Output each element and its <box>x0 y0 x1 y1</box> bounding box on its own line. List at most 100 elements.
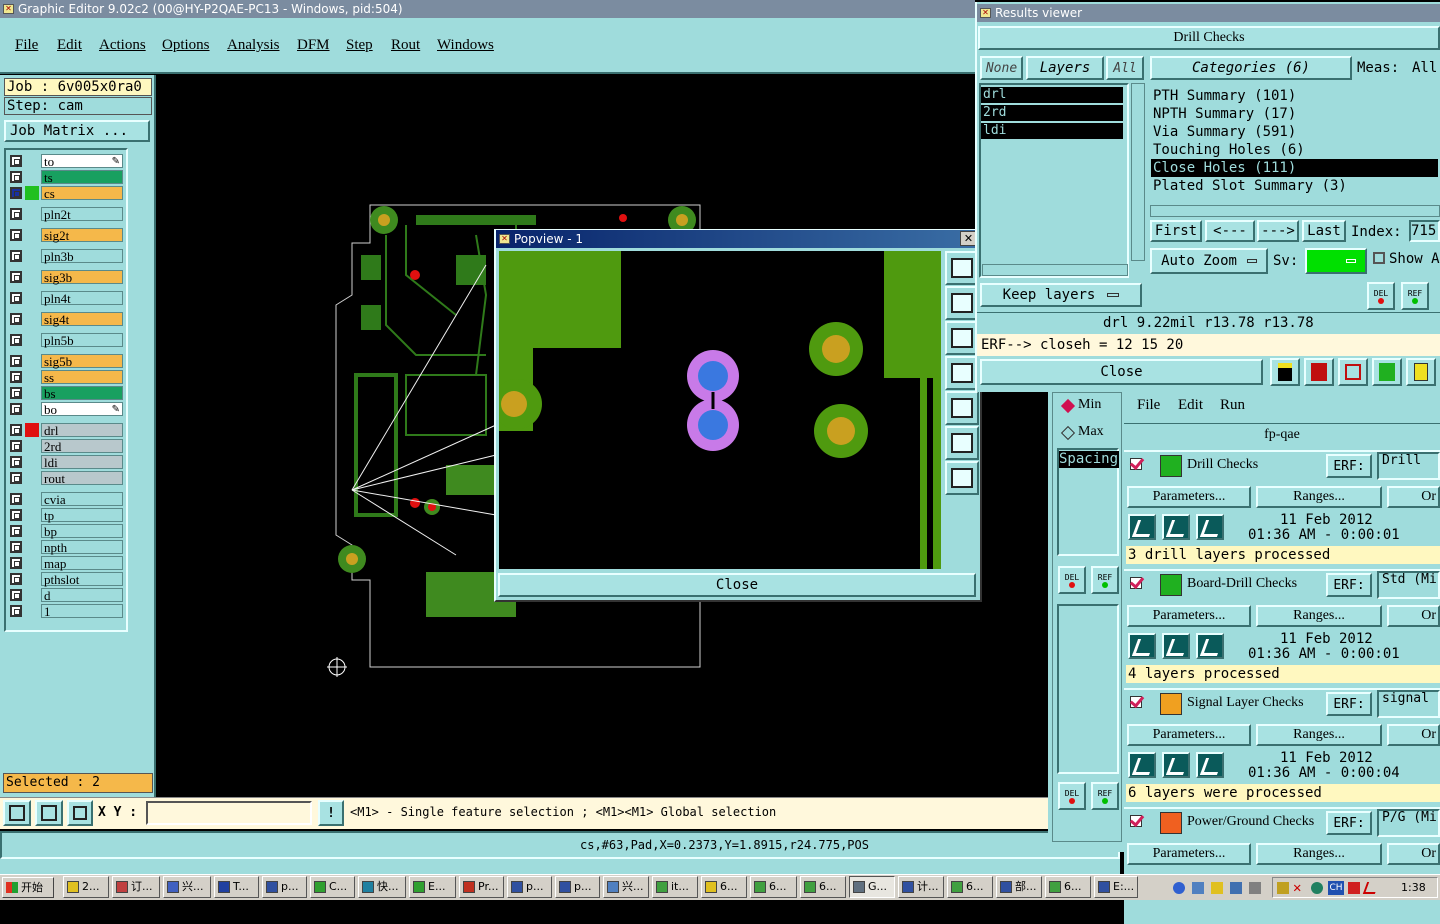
tray-globe-icon[interactable] <box>1311 882 1323 894</box>
spacing-item[interactable]: Spacing <box>1059 451 1119 468</box>
menu-edit[interactable]: Edit <box>57 37 82 54</box>
layer-row-drl[interactable]: drl <box>7 423 125 438</box>
taskbar-item[interactable]: 快... <box>358 876 406 898</box>
erf-button[interactable]: ERF: <box>1326 454 1372 478</box>
tool-icon-1[interactable] <box>1270 358 1300 386</box>
checklist-menu-file[interactable]: File <box>1137 397 1160 414</box>
layer-row-map[interactable]: map <box>7 556 125 571</box>
zoom-out-icon[interactable] <box>945 461 979 495</box>
erf-button[interactable]: ERF: <box>1326 811 1372 835</box>
erf-value[interactable]: signal <box>1377 690 1440 718</box>
grid-tool-icon[interactable] <box>67 800 93 826</box>
pan-left-icon[interactable] <box>945 356 979 390</box>
layer-row-2rd[interactable]: 2rd <box>7 439 125 454</box>
layer-row-1[interactable]: 1 <box>7 604 125 619</box>
start-button[interactable]: 开始 <box>2 877 54 898</box>
layer-row-ss[interactable]: ss <box>7 370 125 385</box>
taskbar-item[interactable]: 兴... <box>163 876 211 898</box>
none-button[interactable]: None <box>980 56 1023 80</box>
taskbar-item[interactable]: E... <box>409 876 456 898</box>
popview-canvas[interactable] <box>499 251 941 569</box>
layer-row-sig5b[interactable]: sig5b <box>7 354 125 369</box>
category-item[interactable]: NPTH Summary (17) <box>1153 105 1296 123</box>
taskbar-item[interactable]: T... <box>214 876 259 898</box>
layer-checkbox[interactable] <box>10 472 22 484</box>
layer-list-hscroll[interactable] <box>982 264 1128 276</box>
layer-row-cvia[interactable]: cvia <box>7 492 125 507</box>
results-close-button[interactable]: Close <box>980 359 1263 385</box>
layer-row-bo[interactable]: bo ✎ <box>7 402 125 417</box>
ie-icon[interactable] <box>1173 882 1185 894</box>
layer-checkbox[interactable] <box>10 271 22 283</box>
layer-row-tp[interactable]: tp <box>7 508 125 523</box>
taskbar-item[interactable]: 6... <box>947 876 993 898</box>
run-icon[interactable] <box>1128 514 1156 540</box>
layer-row-d[interactable]: d <box>7 588 125 603</box>
layer-checkbox[interactable] <box>10 229 22 241</box>
run-selected-icon[interactable] <box>1162 752 1190 778</box>
auto-zoom-button[interactable]: Auto Zoom <box>1150 248 1268 274</box>
taskbar-item[interactable]: 6... <box>701 876 747 898</box>
tool-icon-4[interactable] <box>1372 358 1402 386</box>
meas-all-button[interactable]: All <box>1412 60 1437 76</box>
taskbar-item[interactable]: E:... <box>1094 876 1138 898</box>
last-button[interactable]: Last <box>1302 220 1346 242</box>
layer-checkbox[interactable] <box>10 525 22 537</box>
output-button[interactable]: Or <box>1387 605 1440 627</box>
layer-row-ldi[interactable]: ldi <box>7 455 125 470</box>
layer-checkbox[interactable] <box>10 187 22 199</box>
menu-windows[interactable]: Windows <box>437 37 494 54</box>
parameters-button[interactable]: Parameters... <box>1127 486 1251 508</box>
check-enable-checkbox[interactable] <box>1130 815 1142 827</box>
prev-button[interactable]: <--- <box>1205 220 1255 242</box>
tool-icon-3[interactable] <box>1338 358 1368 386</box>
ranges-button[interactable]: Ranges... <box>1256 486 1382 508</box>
side-ref-button[interactable]: REF <box>1091 566 1119 594</box>
layer-list-scrollbar[interactable] <box>1131 83 1145 261</box>
network-icon[interactable] <box>1192 882 1204 894</box>
device-icon[interactable] <box>1249 882 1261 894</box>
layer-row-bp[interactable]: bp <box>7 524 125 539</box>
taskbar-item[interactable]: 兴... <box>603 876 649 898</box>
menu-actions[interactable]: Actions <box>99 37 146 54</box>
categories-button[interactable]: Categories (6) <box>1150 56 1352 80</box>
layer-checkbox[interactable] <box>10 387 22 399</box>
layer-row-pln3b[interactable]: pln3b <box>7 249 125 264</box>
display-icon[interactable] <box>1230 882 1242 894</box>
taskbar-item[interactable]: 订... <box>112 876 160 898</box>
side-del-button[interactable]: DEL <box>1058 566 1086 594</box>
taskbar-item[interactable]: 6... <box>1045 876 1091 898</box>
layer-checkbox[interactable] <box>10 424 22 436</box>
tool-icon-5[interactable] <box>1406 358 1436 386</box>
pan-up-icon[interactable] <box>945 286 979 320</box>
tray-s-icon[interactable] <box>1348 882 1360 894</box>
taskbar-item[interactable]: it... <box>652 876 698 898</box>
category-item[interactable]: Close Holes (111) <box>1151 159 1438 177</box>
checklist-menu-edit[interactable]: Edit <box>1178 397 1203 414</box>
layer-row-bs[interactable]: bs <box>7 386 125 401</box>
check-enable-checkbox[interactable] <box>1130 577 1142 589</box>
erf-value[interactable]: P/G (Mi <box>1377 809 1440 837</box>
menu-dfm[interactable]: DFM <box>297 37 330 54</box>
taskbar-item[interactable]: p... <box>262 876 307 898</box>
layer-checkbox[interactable] <box>10 541 22 553</box>
ranges-button[interactable]: Ranges... <box>1256 605 1382 627</box>
menu-options[interactable]: Options <box>162 37 210 54</box>
layer-checkbox[interactable] <box>10 292 22 304</box>
layer-row-pthslot[interactable]: pthslot <box>7 572 125 587</box>
run-selected-icon[interactable] <box>1162 633 1190 659</box>
keep-layers-button[interactable]: Keep layers <box>980 283 1142 307</box>
taskbar-item[interactable]: 2... <box>63 876 109 898</box>
layer-checkbox[interactable] <box>10 208 22 220</box>
layer-row-cs[interactable]: cs <box>7 186 125 201</box>
menu-analysis[interactable]: Analysis <box>227 37 280 54</box>
layer-checkbox[interactable] <box>10 355 22 367</box>
layer-row-pln5b[interactable]: pln5b <box>7 333 125 348</box>
taskbar-item[interactable]: p... <box>507 876 552 898</box>
sv-color-select[interactable] <box>1305 248 1367 274</box>
layer-checkbox[interactable] <box>10 155 22 167</box>
layer-checkbox[interactable] <box>10 250 22 262</box>
taskbar-item[interactable]: 6... <box>800 876 846 898</box>
zoom-in-icon[interactable] <box>945 426 979 460</box>
all-button[interactable]: All <box>1106 56 1144 80</box>
